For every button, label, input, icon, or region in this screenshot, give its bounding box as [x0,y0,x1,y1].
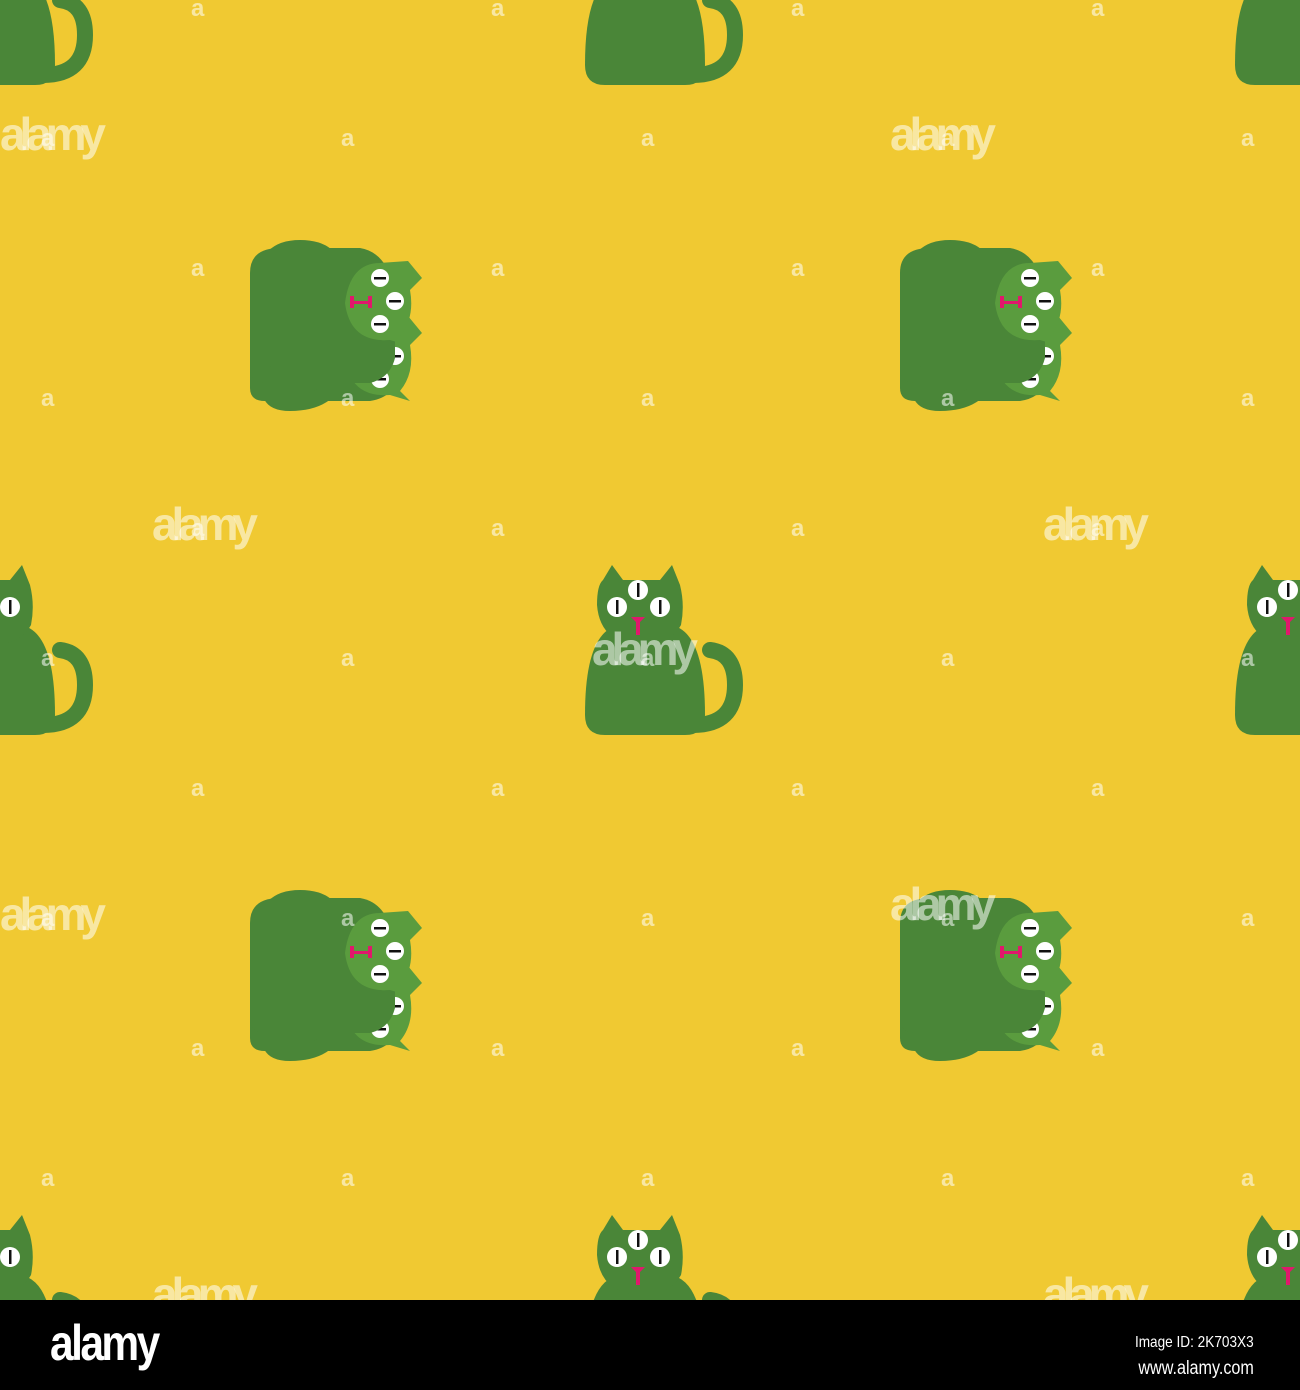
cat-pattern: .catfill{fill:#4a8638}.catstroke{stroke:… [0,0,1300,1300]
site-url: www.alamy.com [1138,1358,1254,1379]
watermark-small: a [791,255,805,282]
watermark-small: a [641,385,655,412]
watermark-small: a [191,775,205,802]
watermark-small: a [641,645,655,672]
watermark-small: a [1091,0,1105,22]
stock-image: .catfill{fill:#4a8638}.catstroke{stroke:… [0,0,1300,1390]
watermark-small: a [341,1165,355,1192]
watermark-small: a [191,0,205,22]
watermark-small: a [791,0,805,22]
watermark-small: a [491,1035,505,1062]
watermark-small: a [1091,1035,1105,1062]
watermark-small: a [641,1165,655,1192]
watermark-small: a [641,125,655,152]
watermark-small: a [341,385,355,412]
watermark-small: a [191,515,205,542]
watermark-small: a [491,775,505,802]
watermark-small: a [1091,775,1105,802]
watermark-small: a [491,515,505,542]
watermark-small: a [641,905,655,932]
watermark-small: a [941,385,955,412]
watermark-small: a [941,125,955,152]
watermark: alamy [152,1268,258,1300]
watermark-small: a [41,1165,55,1192]
footer-bar: alamy Image ID: 2K703X3 www.alamy.com [0,1300,1300,1390]
watermark-small: a [1091,515,1105,542]
watermark-small: a [191,1035,205,1062]
watermark-small: a [41,125,55,152]
watermark-small: a [41,905,55,932]
watermark-small: a [1091,255,1105,282]
watermark-small: a [1241,125,1255,152]
watermark-small: a [941,1165,955,1192]
watermark-small: a [491,0,505,22]
sitting-cat [1235,0,1300,85]
alamy-logo: alamy [50,1315,160,1371]
watermark: alamy [1043,1268,1149,1300]
watermark-small: a [941,645,955,672]
watermark-small: a [791,775,805,802]
watermark-small: a [41,645,55,672]
watermark-small: a [341,645,355,672]
watermark-small: a [791,515,805,542]
watermark-small: a [491,255,505,282]
watermark-small: a [941,905,955,932]
watermark-small: a [1241,645,1255,672]
watermark-small: a [1241,905,1255,932]
watermark-small: a [341,905,355,932]
watermark-small: a [1241,385,1255,412]
image-id: Image ID: 2K703X3 [1135,1334,1254,1351]
watermark-small: a [191,255,205,282]
watermark-small: a [1241,1165,1255,1192]
watermark: alamy [152,498,258,550]
watermark-small: a [341,125,355,152]
watermark-small: a [41,385,55,412]
watermark-small: a [791,1035,805,1062]
